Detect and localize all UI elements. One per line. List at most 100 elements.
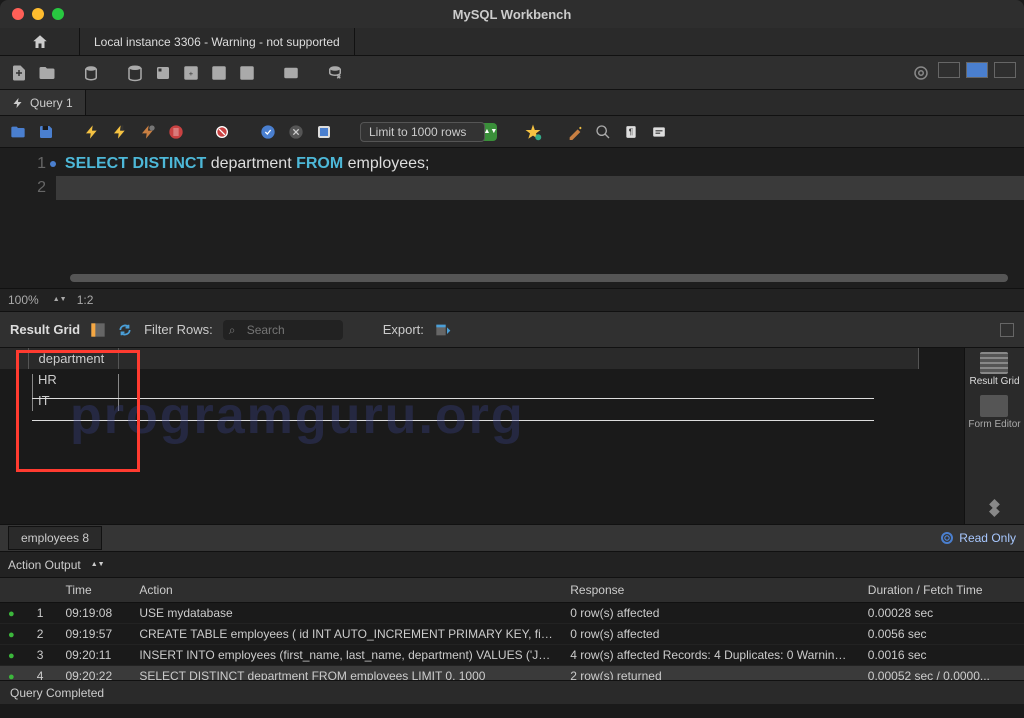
no-icon[interactable] — [212, 122, 232, 142]
autocommit-icon[interactable] — [314, 122, 334, 142]
db-icon-5[interactable] — [236, 62, 258, 84]
main-toolbar: + — [0, 56, 1024, 90]
line-number: 1 — [37, 155, 46, 172]
action-output: Time Action Response Duration / Fetch Ti… — [0, 578, 1024, 680]
zoom-window-button[interactable] — [52, 8, 64, 20]
save-file-icon[interactable] — [36, 122, 56, 142]
result-side-panel: Result Grid Form Editor ◆◆ — [964, 348, 1024, 524]
commit-icon[interactable] — [258, 122, 278, 142]
zoom-percent: 100% — [8, 293, 39, 307]
success-icon: ● — [8, 629, 15, 641]
table-row[interactable]: IT — [0, 390, 918, 411]
svg-text:¶: ¶ — [629, 127, 634, 136]
horizontal-scrollbar[interactable] — [70, 274, 1008, 282]
nav-diamond-icon[interactable]: ◆◆ — [989, 498, 1000, 524]
window-title: MySQL Workbench — [0, 7, 1024, 22]
panel-toggle-bottom[interactable] — [966, 62, 988, 78]
connection-tabs: Local instance 3306 - Warning - not supp… — [0, 28, 1024, 56]
filter-rows-label: Filter Rows: — [144, 322, 213, 337]
action-output-header-row: Time Action Response Duration / Fetch Ti… — [0, 578, 1024, 603]
inspector-icon[interactable] — [80, 62, 102, 84]
search-icon: ⌕ — [229, 323, 236, 338]
sql-toolbar: Limit to 1000 rows ▲▼ ¶ — [0, 116, 1024, 148]
cursor-position: 1:2 — [77, 293, 94, 307]
form-view-icon — [980, 395, 1008, 417]
sql-icon-1[interactable] — [280, 62, 302, 84]
close-window-button[interactable] — [12, 8, 24, 20]
panel-toggle-right[interactable] — [994, 62, 1016, 78]
success-icon: ● — [8, 671, 15, 680]
lightning-icon — [12, 97, 24, 109]
grid-icon[interactable] — [90, 322, 106, 338]
action-output-title: Action Output — [8, 558, 81, 572]
col-header[interactable]: Duration / Fetch Time — [860, 578, 1024, 603]
action-output-row[interactable]: ● 4 09:20:22 SELECT DISTINCT department … — [0, 666, 1024, 681]
export-label: Export: — [383, 322, 424, 337]
find-icon[interactable] — [593, 122, 613, 142]
action-output-header: Action Output ▲▼ — [0, 552, 1024, 578]
column-header[interactable]: department — [28, 348, 118, 369]
toggle-invisible-icon[interactable]: ¶ — [621, 122, 641, 142]
action-output-selector[interactable]: ▲▼ — [91, 562, 101, 568]
settings-icon[interactable] — [910, 62, 932, 84]
result-panel-toggle[interactable] — [1000, 323, 1014, 337]
limit-rows-select[interactable]: Limit to 1000 rows — [360, 122, 485, 142]
col-header[interactable]: Response — [562, 578, 860, 603]
sql-icon-2[interactable] — [324, 62, 346, 84]
action-output-row[interactable]: ● 2 09:19:57 CREATE TABLE employees ( id… — [0, 624, 1024, 645]
titlebar: MySQL Workbench — [0, 0, 1024, 28]
stop-icon[interactable] — [166, 122, 186, 142]
result-area: programguru.org ▶ department HR IT Resul… — [0, 348, 1024, 524]
table-row[interactable]: HR — [0, 369, 918, 390]
readonly-indicator: Read Only — [941, 531, 1016, 545]
rollback-icon[interactable] — [286, 122, 306, 142]
sql-editor[interactable]: 1 2 SELECT DISTINCT department FROM empl… — [0, 148, 1024, 288]
result-toolbar: Result Grid Filter Rows: ⌕ Export: — [0, 312, 1024, 348]
new-sql-tab-icon[interactable] — [8, 62, 30, 84]
wrap-icon[interactable] — [649, 122, 669, 142]
success-icon: ● — [8, 650, 15, 662]
cell[interactable]: HR — [28, 369, 118, 390]
query-tab-1[interactable]: Query 1 — [0, 90, 86, 115]
result-grid-view-button[interactable]: Result Grid — [969, 352, 1019, 387]
limit-stepper-icon[interactable]: ▲▼ — [483, 123, 497, 141]
action-output-table[interactable]: Time Action Response Duration / Fetch Ti… — [0, 578, 1024, 680]
execute-icon[interactable] — [82, 122, 102, 142]
action-output-row[interactable]: ● 1 09:19:08 USE mydatabase 0 row(s) aff… — [0, 603, 1024, 624]
execute-current-icon[interactable] — [110, 122, 130, 142]
line-number: 2 — [37, 179, 46, 196]
home-tab[interactable] — [0, 28, 80, 55]
home-icon — [31, 33, 49, 51]
db-icon-1[interactable] — [124, 62, 146, 84]
db-icon-3[interactable]: + — [180, 62, 202, 84]
connection-tab[interactable]: Local instance 3306 - Warning - not supp… — [80, 28, 355, 55]
query-tab-label: Query 1 — [30, 96, 73, 110]
open-file-icon[interactable] — [8, 122, 28, 142]
code-area[interactable]: SELECT DISTINCT department FROM employee… — [56, 148, 1024, 288]
filter-rows-input[interactable] — [223, 320, 343, 340]
db-icon-2[interactable] — [152, 62, 174, 84]
form-editor-view-button[interactable]: Form Editor — [968, 395, 1020, 430]
beautify-icon[interactable] — [565, 122, 585, 142]
panel-toggle-left[interactable] — [938, 62, 960, 78]
col-header[interactable]: Time — [57, 578, 131, 603]
result-grid-title: Result Grid — [10, 322, 80, 337]
cell[interactable]: IT — [28, 390, 118, 411]
result-grid[interactable]: department HR IT — [0, 348, 964, 411]
explain-icon[interactable] — [138, 122, 158, 142]
col-header[interactable]: Action — [131, 578, 562, 603]
export-icon[interactable] — [434, 322, 452, 338]
readonly-icon — [941, 532, 953, 544]
refresh-icon[interactable] — [116, 323, 134, 337]
action-output-row[interactable]: ● 3 09:20:11 INSERT INTO employees (firs… — [0, 645, 1024, 666]
star-icon[interactable] — [523, 122, 543, 142]
minimize-window-button[interactable] — [32, 8, 44, 20]
zoom-stepper[interactable]: ▲▼ — [53, 297, 63, 303]
result-tab[interactable]: employees 8 — [8, 526, 102, 550]
query-tabs: Query 1 — [0, 90, 1024, 116]
open-sql-file-icon[interactable] — [36, 62, 58, 84]
status-text: Query Completed — [10, 686, 104, 700]
svg-text:+: + — [189, 69, 194, 78]
grid-view-icon — [980, 352, 1008, 374]
db-icon-4[interactable] — [208, 62, 230, 84]
